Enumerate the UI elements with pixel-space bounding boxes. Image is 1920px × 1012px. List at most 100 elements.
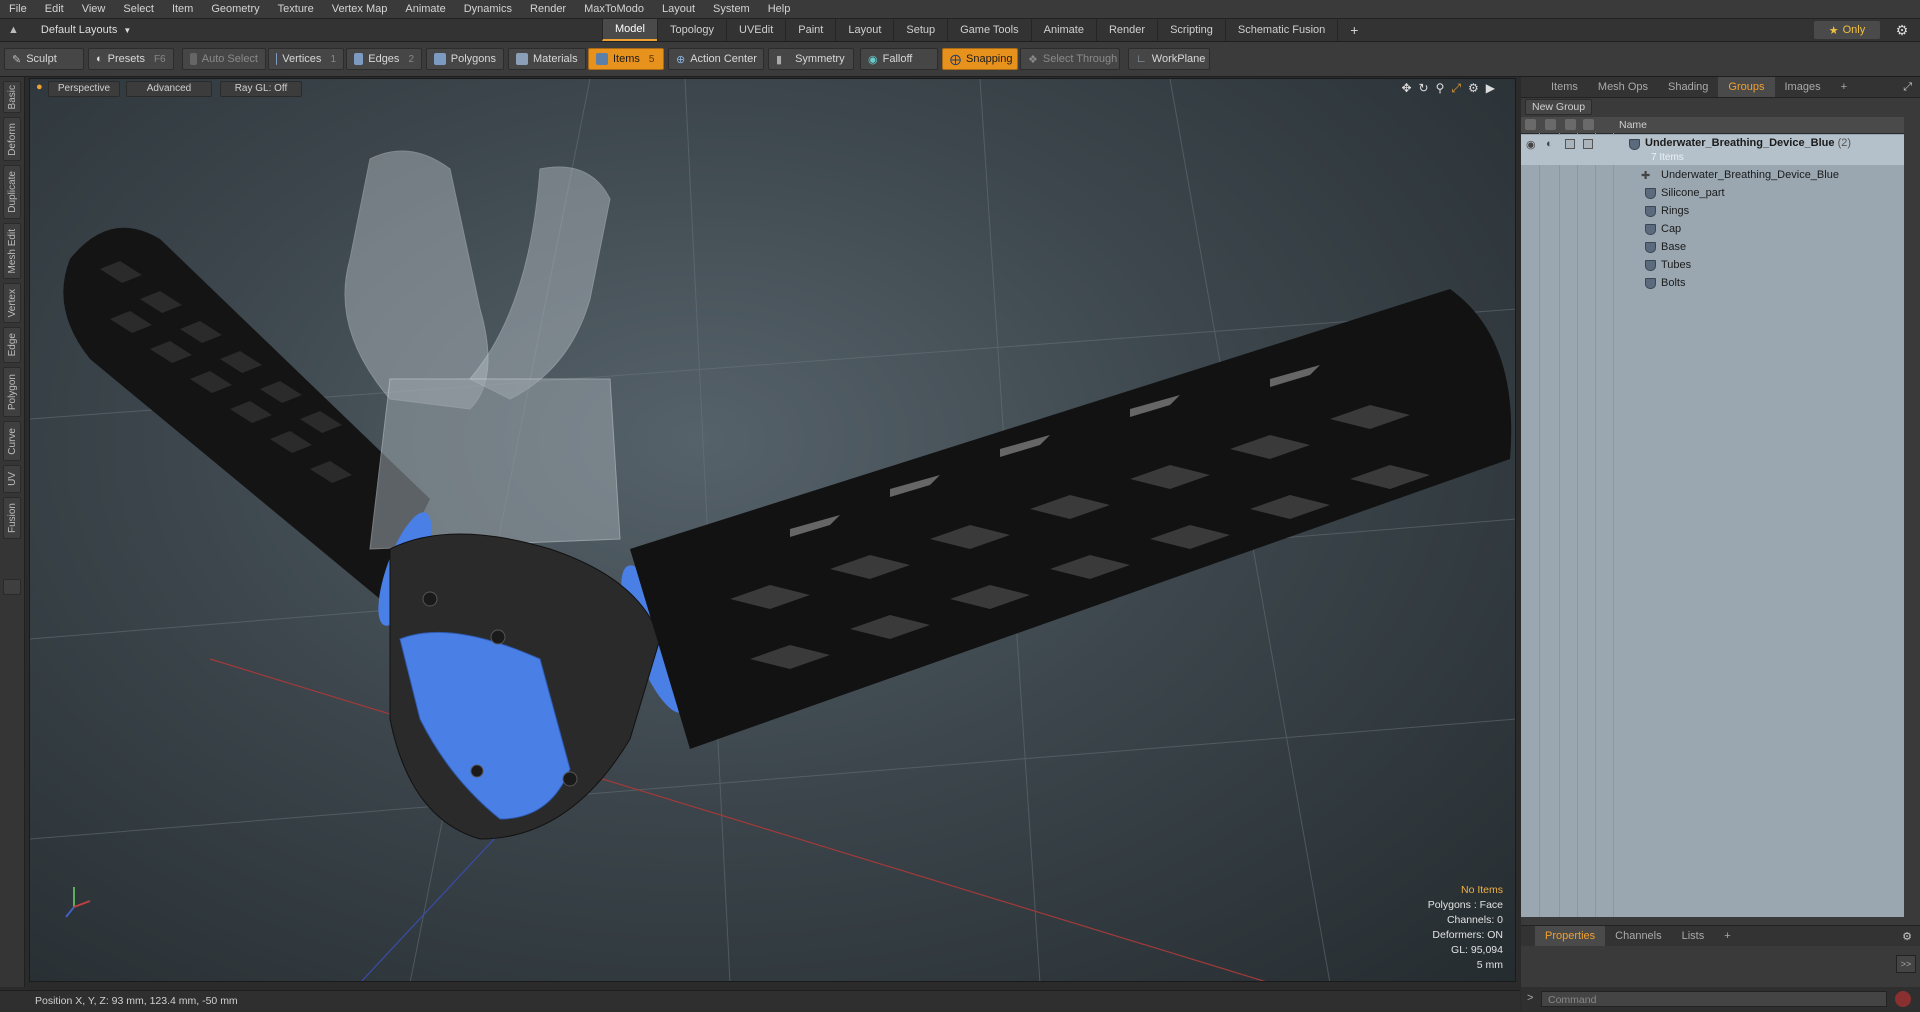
menu-layout[interactable]: Layout bbox=[653, 0, 704, 18]
menu-texture[interactable]: Texture bbox=[269, 0, 323, 18]
zoom-icon[interactable]: ⚲ bbox=[1436, 81, 1445, 96]
group-row[interactable]: ◉ ◐ Underwater_Breathing_Device_Blue (2)… bbox=[1521, 135, 1904, 165]
lock-checkbox[interactable] bbox=[1565, 139, 1575, 149]
collapse-icon[interactable]: ▲ bbox=[8, 24, 19, 36]
tab-layout[interactable]: Layout bbox=[835, 19, 893, 41]
name-column-header[interactable]: Name bbox=[1619, 119, 1647, 131]
lock-col-icon[interactable] bbox=[1565, 119, 1576, 130]
select-checkbox[interactable] bbox=[1583, 139, 1593, 149]
expand-toggle[interactable] bbox=[3, 579, 21, 595]
tab-basic[interactable]: Basic bbox=[3, 81, 21, 113]
select-col-icon[interactable] bbox=[1583, 119, 1594, 130]
ray-gl-button[interactable]: Ray GL: Off bbox=[220, 81, 302, 97]
tab-scripting[interactable]: Scripting bbox=[1157, 19, 1225, 41]
tab-edge[interactable]: Edge bbox=[3, 327, 21, 363]
tab-render[interactable]: Render bbox=[1095, 19, 1157, 41]
fit-icon[interactable]: ⤢ bbox=[1451, 81, 1461, 96]
snapping-button[interactable]: ⨁ Snapping bbox=[942, 48, 1018, 70]
add-bottom-tab-icon[interactable]: + bbox=[1714, 926, 1740, 946]
tab-images[interactable]: Images bbox=[1775, 77, 1831, 97]
tab-uvedit[interactable]: UVEdit bbox=[726, 19, 785, 41]
tab-curve[interactable]: Curve bbox=[3, 421, 21, 461]
tab-game-tools[interactable]: Game Tools bbox=[947, 19, 1031, 41]
vertices-button[interactable]: Vertices 1 bbox=[268, 48, 344, 70]
menu-maxtomodo[interactable]: MaxToModo bbox=[575, 0, 653, 18]
tab-items[interactable]: Items bbox=[1541, 77, 1588, 97]
menu-animate[interactable]: Animate bbox=[396, 0, 454, 18]
add-tab-icon[interactable]: + bbox=[1337, 19, 1370, 41]
tab-uv[interactable]: UV bbox=[3, 465, 21, 493]
record-icon[interactable] bbox=[1895, 991, 1911, 1007]
tab-mesh-ops[interactable]: Mesh Ops bbox=[1588, 77, 1658, 97]
auto-select-button[interactable]: Auto Select bbox=[182, 48, 266, 70]
menu-item[interactable]: Item bbox=[163, 0, 202, 18]
groups-list[interactable]: Name ◉ ◐ Underwater_Breathing_Device_Blu… bbox=[1521, 117, 1904, 917]
action-center-button[interactable]: ⊕ Action Center bbox=[668, 48, 764, 70]
tab-model[interactable]: Model bbox=[602, 19, 657, 41]
menu-file[interactable]: File bbox=[0, 0, 36, 18]
tab-vertex[interactable]: Vertex bbox=[3, 283, 21, 323]
tab-groups[interactable]: Groups bbox=[1718, 77, 1775, 97]
tab-setup[interactable]: Setup bbox=[893, 19, 947, 41]
viewport-menu-icon[interactable]: ● bbox=[36, 81, 43, 93]
rotate-icon[interactable]: ↻ bbox=[1419, 81, 1429, 96]
render-icon[interactable]: ◐ bbox=[1546, 138, 1553, 150]
play-icon[interactable]: ▶ bbox=[1486, 81, 1495, 96]
layout-dropdown[interactable]: ▲ Default Layouts ▼ bbox=[8, 19, 131, 41]
move-icon[interactable]: ✥ bbox=[1401, 81, 1411, 96]
menu-edit[interactable]: Edit bbox=[36, 0, 73, 18]
group-item[interactable]: Base bbox=[1521, 239, 1904, 257]
tab-mesh-edit[interactable]: Mesh Edit bbox=[3, 223, 21, 279]
group-item[interactable]: Silicone_part bbox=[1521, 185, 1904, 203]
group-item[interactable]: Cap bbox=[1521, 221, 1904, 239]
only-button[interactable]: ★ Only bbox=[1814, 21, 1880, 39]
render-col-icon[interactable] bbox=[1545, 119, 1556, 130]
add-panel-tab-icon[interactable]: + bbox=[1831, 77, 1857, 97]
tab-polygon[interactable]: Polygon bbox=[3, 367, 21, 417]
tab-duplicate[interactable]: Duplicate bbox=[3, 165, 21, 219]
menu-help[interactable]: Help bbox=[759, 0, 800, 18]
edges-button[interactable]: Edges 2 bbox=[346, 48, 422, 70]
perspective-button[interactable]: Perspective bbox=[48, 81, 120, 97]
tab-channels[interactable]: Channels bbox=[1605, 926, 1671, 946]
falloff-button[interactable]: ◉ Falloff bbox=[860, 48, 938, 70]
menu-vertex-map[interactable]: Vertex Map bbox=[323, 0, 397, 18]
new-group-button[interactable]: New Group bbox=[1525, 99, 1593, 115]
group-item[interactable]: ✚ Underwater_Breathing_Device_Blue bbox=[1521, 167, 1904, 185]
items-button[interactable]: Items 5 bbox=[588, 48, 664, 70]
materials-button[interactable]: Materials bbox=[508, 48, 586, 70]
gear-icon[interactable]: ⚙ bbox=[1894, 22, 1910, 38]
menu-select[interactable]: Select bbox=[114, 0, 163, 18]
tab-topology[interactable]: Topology bbox=[656, 19, 726, 41]
group-item[interactable]: Rings bbox=[1521, 203, 1904, 221]
3d-viewport[interactable]: ● Perspective Advanced Ray GL: Off ✥ ↻ ⚲… bbox=[29, 78, 1516, 982]
polygons-button[interactable]: Polygons bbox=[426, 48, 504, 70]
expand-arrows-button[interactable]: >> bbox=[1896, 955, 1916, 973]
advanced-button[interactable]: Advanced bbox=[126, 81, 212, 97]
tab-animate[interactable]: Animate bbox=[1030, 19, 1096, 41]
eye-icon[interactable]: ◉ bbox=[1526, 138, 1536, 151]
bottom-panel-gear-icon[interactable]: ⚙ bbox=[1902, 930, 1920, 943]
group-item[interactable]: Tubes bbox=[1521, 257, 1904, 275]
tab-schematic-fusion[interactable]: Schematic Fusion bbox=[1224, 19, 1337, 41]
tab-shading[interactable]: Shading bbox=[1658, 77, 1718, 97]
symmetry-button[interactable]: ▮ Symmetry bbox=[768, 48, 854, 70]
tab-lists[interactable]: Lists bbox=[1672, 926, 1715, 946]
select-through-button[interactable]: ❖ Select Through bbox=[1020, 48, 1120, 70]
command-input[interactable]: Command bbox=[1541, 991, 1887, 1007]
group-item[interactable]: Bolts bbox=[1521, 275, 1904, 293]
tab-deform[interactable]: Deform bbox=[3, 117, 21, 161]
presets-button[interactable]: ◐ Presets F6 bbox=[88, 48, 174, 70]
menu-system[interactable]: System bbox=[704, 0, 759, 18]
menu-dynamics[interactable]: Dynamics bbox=[455, 0, 521, 18]
viewport-gear-icon[interactable]: ⚙ bbox=[1468, 81, 1479, 96]
sculpt-button[interactable]: ✎ Sculpt bbox=[4, 48, 84, 70]
visibility-col-icon[interactable] bbox=[1525, 119, 1536, 130]
workplane-button[interactable]: ∟ WorkPlane bbox=[1128, 48, 1210, 70]
groups-scrollbar[interactable] bbox=[1904, 117, 1920, 917]
menu-view[interactable]: View bbox=[73, 0, 115, 18]
menu-geometry[interactable]: Geometry bbox=[202, 0, 268, 18]
tab-paint[interactable]: Paint bbox=[785, 19, 835, 41]
tab-properties[interactable]: Properties bbox=[1535, 926, 1606, 946]
expand-panel-icon[interactable]: ⤢ bbox=[1903, 81, 1920, 94]
